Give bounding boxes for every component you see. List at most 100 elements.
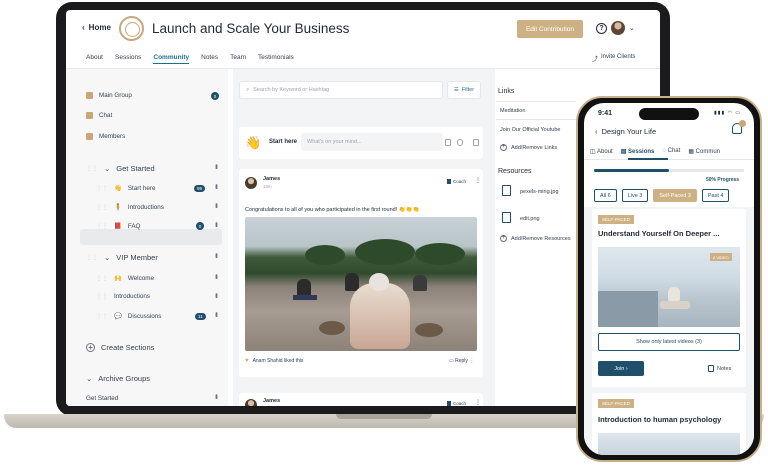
more-icon[interactable]: ⋮ bbox=[469, 358, 474, 364]
more-icon[interactable]: ••• bbox=[212, 274, 219, 278]
post-author[interactable]: James bbox=[263, 398, 280, 404]
sidebar-item-members[interactable]: Members bbox=[86, 133, 125, 140]
add-resources-button[interactable]: + Add/Remove Resources bbox=[500, 235, 571, 242]
resource-file[interactable]: pexels-ming.jpg bbox=[520, 189, 559, 195]
drag-handle-icon[interactable]: ⋮⋮ bbox=[96, 275, 108, 282]
sidebar-item-faq[interactable]: ⋮⋮ 📕 FAQ bbox=[96, 222, 140, 231]
tab-chat[interactable]: ◌ Chat bbox=[662, 148, 680, 155]
attach-icon[interactable] bbox=[457, 139, 463, 146]
tab-sessions[interactable]: ▤ Sessions bbox=[621, 148, 655, 155]
calendar-icon[interactable] bbox=[473, 139, 479, 146]
session-title: Introduction to human psychology bbox=[598, 415, 722, 424]
tab-about[interactable]: ◫ About bbox=[590, 148, 613, 155]
create-sections-button[interactable]: + Create Sections bbox=[86, 343, 154, 352]
sidebar-item-welcome[interactable]: ⋮⋮ 🙌 Welcome bbox=[96, 274, 154, 283]
join-button[interactable]: Join › bbox=[598, 361, 644, 376]
back-link[interactable]: ‹ Design Your Life bbox=[595, 127, 656, 136]
count-badge: 0 bbox=[211, 92, 219, 100]
group-header-vip-member[interactable]: ⋮⋮ ⌄ VIP Member bbox=[86, 253, 158, 262]
more-icon[interactable]: ••• bbox=[212, 184, 219, 188]
sidebar-item-label: Introductions bbox=[127, 203, 164, 211]
likes-row[interactable]: ♥ Anam Shahid liked this bbox=[245, 358, 303, 364]
avatar[interactable] bbox=[245, 399, 257, 406]
invite-clients-link[interactable]: ⤴ Invite Clients bbox=[592, 54, 635, 63]
compose-input[interactable]: What's on your mind... bbox=[301, 133, 443, 151]
more-icon[interactable]: ••• bbox=[212, 164, 219, 168]
tab-community[interactable]: Community bbox=[153, 54, 190, 64]
back-link[interactable]: ‹ Home bbox=[82, 23, 111, 32]
sidebar-item-label: Chat bbox=[99, 112, 113, 119]
drag-handle-icon[interactable]: ⋮⋮ bbox=[86, 165, 98, 172]
more-icon[interactable]: ⋮ bbox=[475, 177, 481, 184]
heart-icon: ♥ bbox=[245, 358, 249, 364]
filter-chip-all[interactable]: All 6 bbox=[594, 189, 617, 202]
tab-community[interactable]: ▦ Commun bbox=[688, 148, 720, 155]
reply-icon: ▭ bbox=[449, 358, 454, 364]
group-header-archive[interactable]: ⌄ Archive Groups bbox=[86, 374, 150, 383]
edit-contribution-button[interactable]: Edit Contribution bbox=[517, 20, 583, 38]
tab-sessions[interactable]: Sessions bbox=[115, 54, 141, 64]
more-icon[interactable]: ••• bbox=[212, 253, 219, 257]
session-card[interactable]: SELF-PACED Understand Yourself On Deeper… bbox=[592, 209, 746, 387]
drag-handle-icon[interactable]: ⋮⋮ bbox=[96, 293, 108, 300]
tab-team[interactable]: Team bbox=[230, 54, 246, 64]
help-icon[interactable]: ? bbox=[596, 23, 607, 34]
latest-videos-button[interactable]: Show only latest videos (3) bbox=[598, 333, 740, 351]
sidebar-item-introductions[interactable]: ⋮⋮ 🧍 Introductions bbox=[96, 203, 164, 212]
more-icon[interactable]: ••• bbox=[212, 312, 219, 316]
resources-heading: Resources bbox=[498, 168, 532, 175]
app-header: ‹ Home Launch and Scale Your Business Ed… bbox=[66, 10, 660, 48]
tree-shape bbox=[415, 243, 465, 265]
drag-handle-icon[interactable]: ⋮⋮ bbox=[96, 185, 108, 192]
marketing-mockup: ‹ Home Launch and Scale Your Business Ed… bbox=[0, 0, 768, 465]
session-video-thumbnail[interactable] bbox=[598, 433, 740, 455]
post-image[interactable] bbox=[245, 217, 477, 351]
more-icon[interactable]: ⋮ bbox=[475, 399, 481, 406]
sidebar-item-discussions[interactable]: ⋮⋮ 💬 Discussions bbox=[96, 312, 161, 321]
filter-chip-self-paced[interactable]: Self-Paced 3 bbox=[653, 189, 697, 202]
sidebar-item-archived-get-started[interactable]: Get Started bbox=[86, 395, 118, 402]
bookmark-icon bbox=[447, 401, 451, 406]
sidebar-item-main-group[interactable]: Main Group bbox=[86, 92, 132, 99]
chevron-down-icon[interactable]: ⌄ bbox=[629, 24, 635, 32]
post-author[interactable]: James bbox=[263, 176, 280, 182]
drag-handle-icon[interactable]: ⋮⋮ bbox=[96, 313, 108, 320]
image-icon[interactable] bbox=[445, 139, 451, 146]
drag-handle-icon[interactable]: ⋮⋮ bbox=[96, 204, 108, 211]
sidebar-item-label: Introductions bbox=[114, 293, 151, 300]
link-item[interactable]: Meditation bbox=[500, 108, 525, 114]
avatar[interactable] bbox=[611, 21, 625, 35]
filter-button[interactable]: ☰ Filter bbox=[447, 81, 481, 99]
sidebar-item-chat[interactable]: Chat bbox=[86, 112, 112, 119]
tab-about[interactable]: About bbox=[86, 54, 103, 64]
sidebar: Main Group 0 Chat Members ⋮⋮ ⌄ Get Start… bbox=[66, 69, 228, 406]
session-card[interactable]: SELF-PACED Introduction to human psychol… bbox=[592, 393, 746, 455]
members-icon bbox=[86, 133, 93, 140]
tab-testimonials[interactable]: Testimonials bbox=[258, 54, 294, 64]
search-input[interactable]: ⌕ Search by Keyword or Hashtag bbox=[239, 81, 443, 99]
add-resources-label: Add/Remove Resources bbox=[511, 235, 571, 242]
resource-file[interactable]: edit.png bbox=[520, 216, 540, 222]
filter-chip-live[interactable]: Live 3 bbox=[621, 189, 649, 202]
session-video-thumbnail[interactable]: 8 VIDEO bbox=[598, 247, 740, 327]
drag-handle-icon[interactable]: ⋮⋮ bbox=[96, 223, 108, 230]
add-links-button[interactable]: + Add/Remove Links bbox=[500, 144, 557, 151]
link-item[interactable]: Join Our Official Youtube bbox=[500, 127, 560, 133]
more-icon[interactable]: ••• bbox=[212, 293, 219, 297]
group-header-get-started[interactable]: ⋮⋮ ⌄ Get Started bbox=[86, 164, 155, 173]
sidebar-item-start-here[interactable]: ⋮⋮ 👋 Start here bbox=[96, 184, 156, 193]
avatar[interactable] bbox=[245, 177, 257, 189]
more-icon[interactable]: ••• bbox=[212, 203, 219, 207]
tab-notes[interactable]: Notes bbox=[201, 54, 218, 64]
community-feed: ⌕ Search by Keyword or Hashtag ☰ Filter … bbox=[233, 69, 495, 406]
more-icon[interactable]: ••• bbox=[212, 222, 219, 226]
more-icon[interactable]: ••• bbox=[212, 394, 219, 398]
head-wrap-shape bbox=[369, 273, 389, 291]
tab-label: About bbox=[597, 149, 613, 155]
reply-button[interactable]: ▭ Reply ⋮ bbox=[449, 358, 474, 364]
plus-icon: + bbox=[500, 235, 507, 242]
notes-button[interactable]: Notes bbox=[708, 365, 731, 372]
filter-chip-past[interactable]: Past 4 bbox=[701, 189, 730, 202]
sidebar-item-introductions-vip[interactable]: ⋮⋮ Introductions bbox=[96, 293, 150, 300]
drag-handle-icon[interactable]: ⋮⋮ bbox=[86, 254, 98, 261]
